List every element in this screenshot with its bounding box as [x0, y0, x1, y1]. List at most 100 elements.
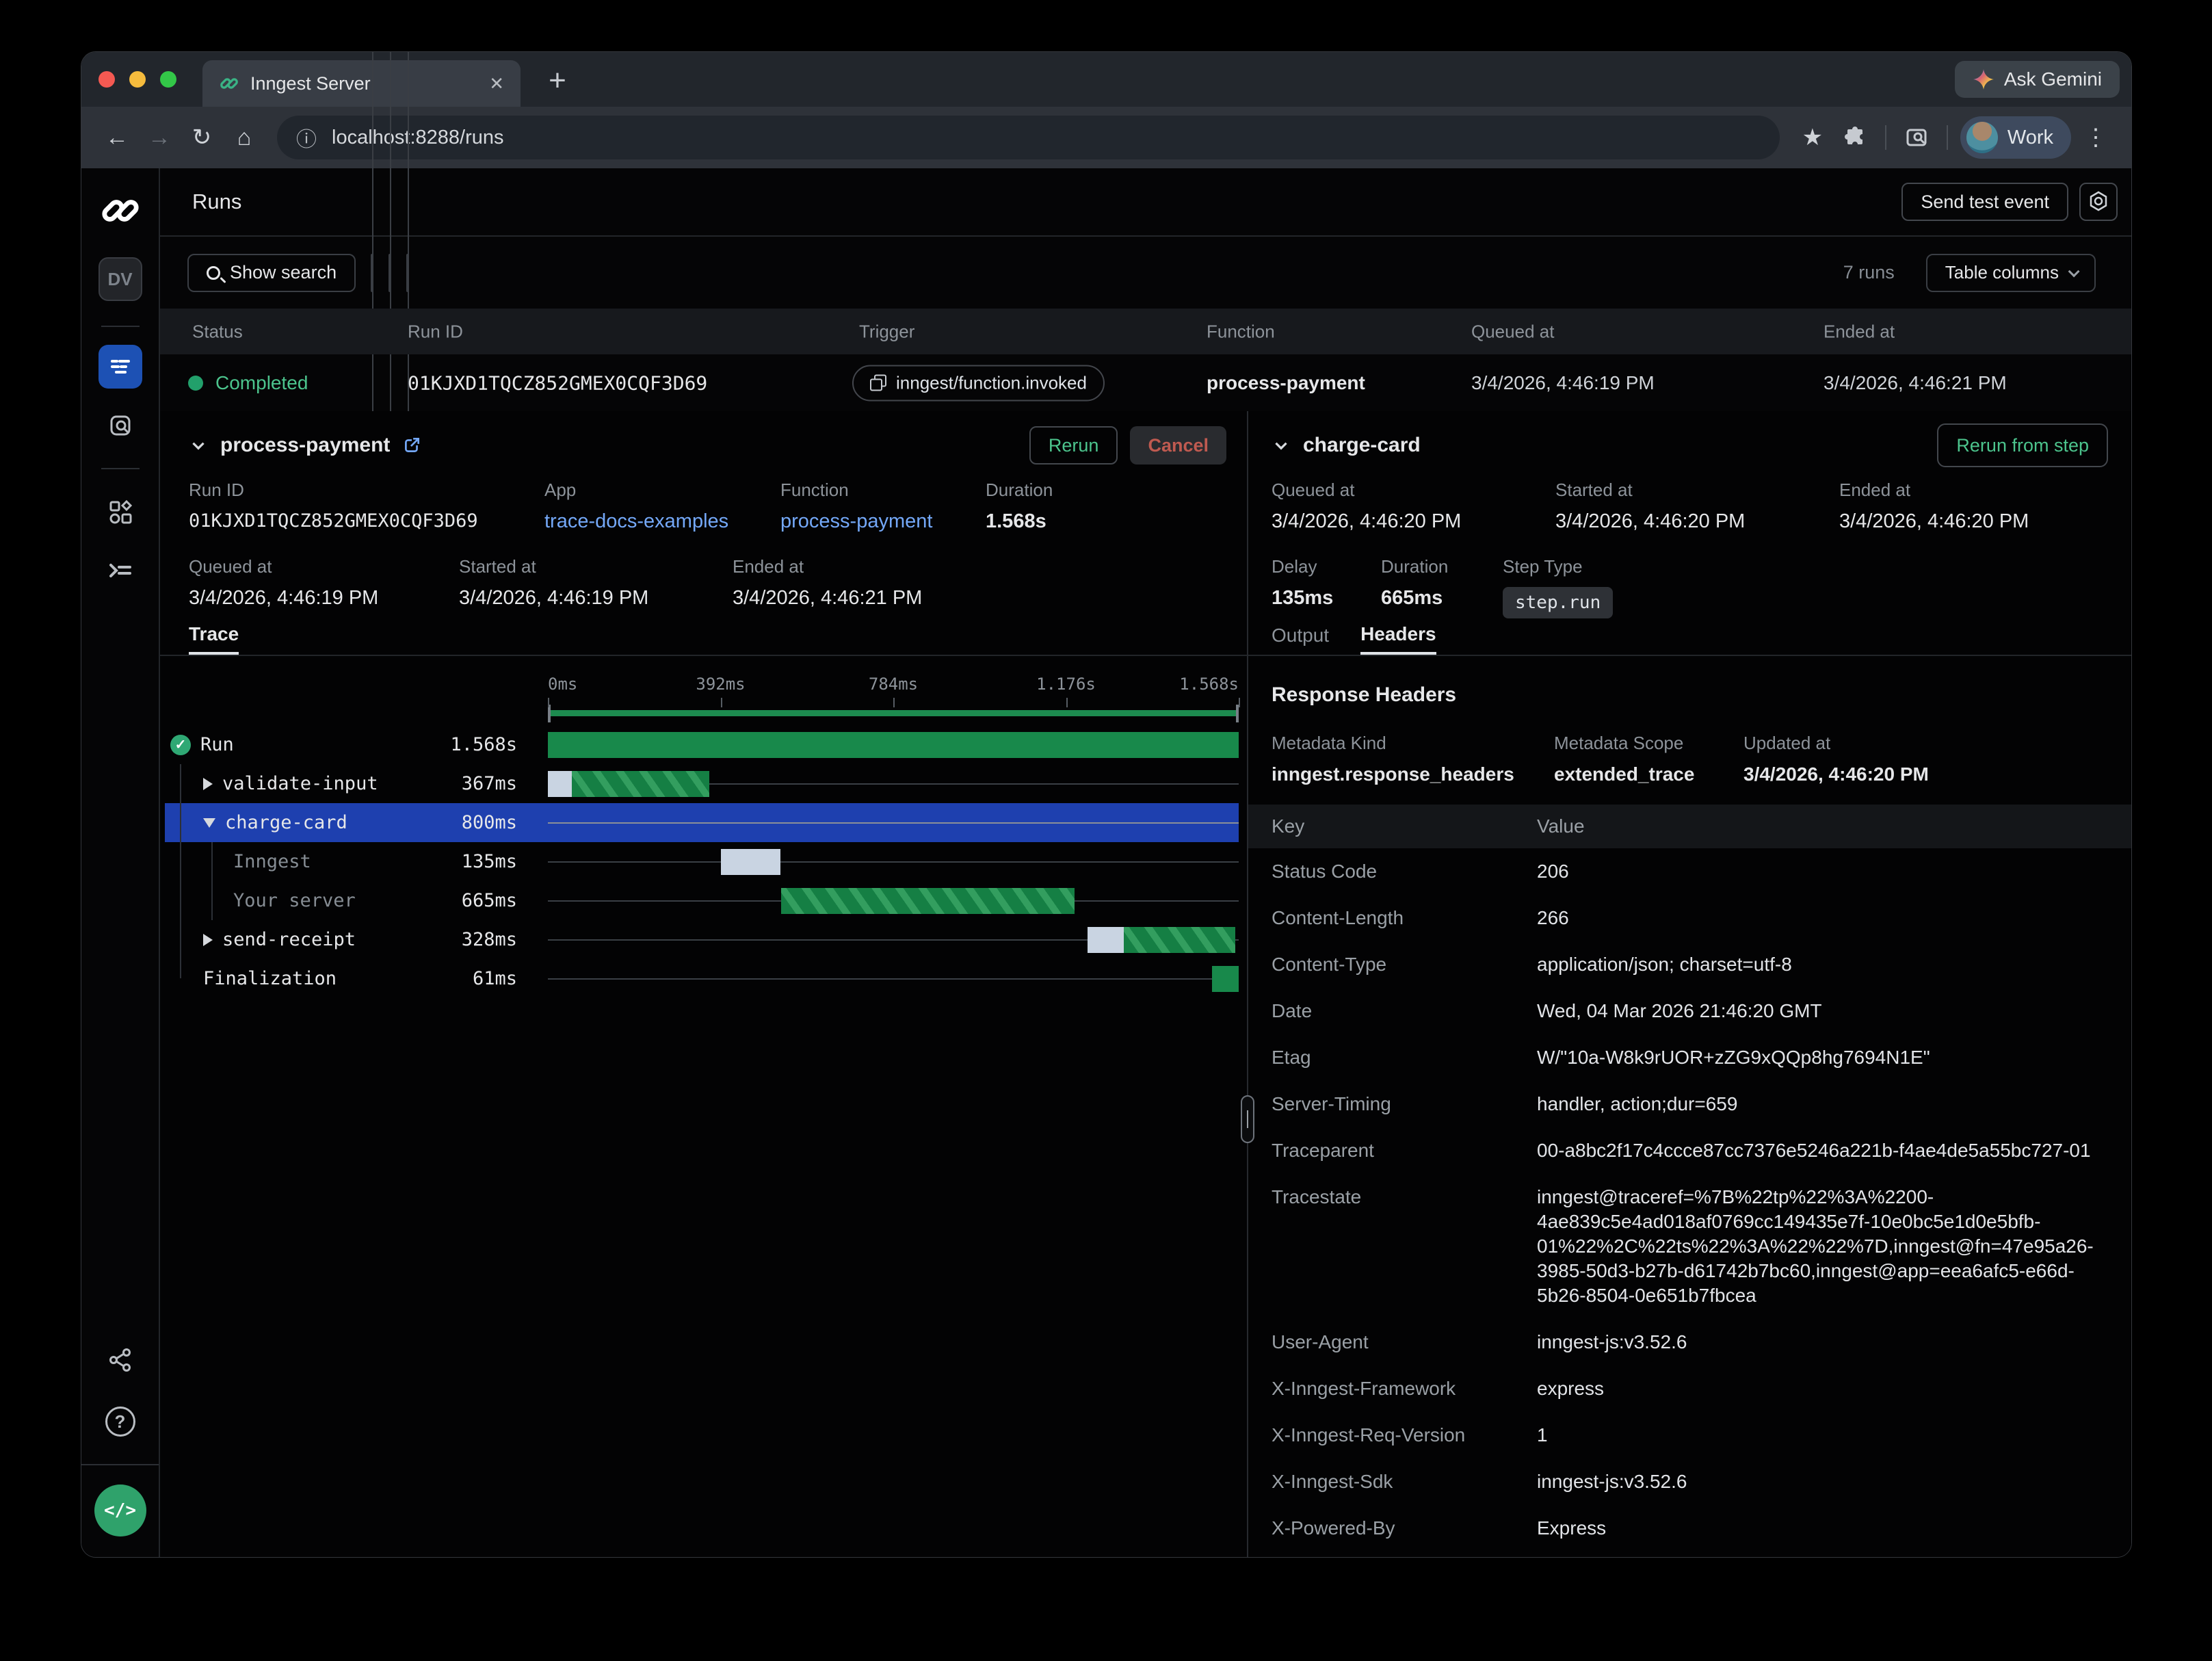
extensions-icon[interactable]	[1837, 120, 1873, 155]
run-table-row[interactable]: Completed 01KJXD1TQCZ852GMEX0CQF3D69 inn…	[160, 354, 2131, 411]
header-key: X-Inngest-Framework	[1272, 1376, 1537, 1401]
bookmark-star-icon[interactable]: ★	[1795, 120, 1830, 155]
rerun-button[interactable]: Rerun	[1029, 426, 1118, 465]
trace-step-duration: 665ms	[462, 890, 548, 911]
side-panel-search-icon[interactable]	[1899, 120, 1934, 155]
header-value: inngest-js:v3.52.6	[1537, 1469, 2131, 1494]
duration-value: 1.568s	[986, 510, 1053, 533]
sidebar-divider	[101, 326, 140, 327]
external-link-icon[interactable]	[402, 436, 421, 455]
trace-step-name: charge-card	[225, 812, 347, 833]
headers-table-header: Key Value	[1248, 805, 2131, 848]
reload-icon[interactable]: ↻	[184, 120, 220, 155]
field-label: Step Type	[1503, 556, 1613, 577]
timeline-tick: 392ms	[696, 675, 745, 694]
trace-step-name: validate-input	[222, 773, 378, 794]
trace-row-your-server[interactable]: Your server665ms	[165, 881, 1239, 920]
tab-output[interactable]: Output	[1272, 616, 1329, 655]
trace-row-send-receipt[interactable]: send-receipt328ms	[165, 920, 1239, 959]
header-value: 266	[1537, 906, 2131, 930]
share-feedback-button[interactable]	[98, 1338, 142, 1382]
tree-guide-line	[180, 764, 181, 978]
chevron-down-icon[interactable]	[203, 818, 215, 828]
cancel-button[interactable]: Cancel	[1130, 426, 1226, 465]
trace-row-finalization[interactable]: Finalization61ms	[165, 959, 1239, 998]
table-columns-dropdown[interactable]: Table columns	[1926, 254, 2096, 292]
run-queued-at: 3/4/2026, 4:46:19 PM	[1471, 372, 1655, 394]
header-value: 206	[1537, 859, 2131, 884]
new-tab-button[interactable]: +	[538, 62, 577, 100]
trace-waterfall: 0ms392ms784ms1.176s1.568s ✓Run1.568svali…	[165, 675, 1239, 998]
function-link[interactable]: process-payment	[780, 510, 932, 533]
profile-label: Work	[2007, 127, 2053, 149]
column-header-ended-at[interactable]: Ended at	[1823, 321, 1895, 342]
header-value: W/"10a-W8k9rUOR+zZG9xQQp8hg7694N1E"	[1537, 1045, 2131, 1070]
column-header-status[interactable]: Status	[192, 321, 243, 342]
trace-row-charge-card[interactable]: charge-card 800ms	[165, 803, 1239, 842]
inngest-logo-icon	[99, 196, 142, 226]
trace-row-run[interactable]: ✓Run1.568s	[165, 725, 1239, 764]
home-icon[interactable]: ⌂	[226, 120, 262, 155]
timeline-tick: 784ms	[869, 675, 918, 694]
collapse-chevron-icon[interactable]	[1272, 436, 1291, 455]
header-value: inngest-js:v3.52.6	[1537, 1330, 2131, 1355]
close-window-button[interactable]	[98, 71, 115, 88]
show-search-button[interactable]: Show search	[187, 254, 356, 292]
settings-button[interactable]	[2079, 183, 2118, 221]
header-key: Tracestate	[1272, 1185, 1537, 1308]
panel-resize-handle[interactable]	[1241, 1095, 1254, 1143]
sidebar-item-runs[interactable]	[98, 345, 142, 389]
trace-step-duration: 1.568s	[450, 734, 548, 755]
trace-row-inngest[interactable]: Inngest135ms	[165, 842, 1239, 881]
header-key: X-Powered-By	[1272, 1516, 1537, 1541]
tab-headers[interactable]: Headers	[1360, 616, 1436, 655]
field-label: Delay	[1272, 556, 1333, 577]
trace-row-validate-input[interactable]: validate-input367ms	[165, 764, 1239, 803]
maximize-window-button[interactable]	[160, 71, 176, 88]
header-key: X-Inngest-Sdk	[1272, 1469, 1537, 1494]
help-button[interactable]: ?	[98, 1400, 142, 1443]
ask-gemini-button[interactable]: Ask Gemini	[1955, 61, 2120, 98]
profile-avatar	[1966, 122, 1998, 153]
column-header-function[interactable]: Function	[1207, 321, 1275, 342]
rerun-from-step-button[interactable]: Rerun from step	[1937, 423, 2108, 467]
site-info-icon[interactable]: ⓘ	[296, 122, 317, 153]
chevron-right-icon[interactable]	[203, 778, 213, 790]
field-label: Ended at	[1839, 480, 2029, 501]
dev-mode-button[interactable]: </>	[94, 1485, 146, 1536]
app-link[interactable]: trace-docs-examples	[544, 510, 728, 533]
field-label: App	[544, 480, 728, 501]
trace-step-duration: 800ms	[462, 812, 548, 833]
run-id: 01KJXD1TQCZ852GMEX0CQF3D69	[408, 371, 707, 394]
queued-at-value: 3/4/2026, 4:46:19 PM	[189, 587, 378, 610]
browser-profile-button[interactable]: Work	[1960, 116, 2071, 159]
sidebar-item-apps[interactable]	[98, 490, 142, 534]
header-value: application/json; charset=utf-8	[1537, 952, 2131, 977]
tab-trace[interactable]: Trace	[189, 616, 239, 655]
send-test-event-button[interactable]: Send test event	[1901, 183, 2068, 221]
browser-window: Inngest Server ✕ + Ask Gemini ← → ↻ ⌂ ⓘ …	[81, 51, 2132, 1558]
trigger-badge[interactable]: inngest/function.invoked	[852, 365, 1105, 401]
back-icon[interactable]: ←	[99, 120, 135, 155]
header-row: X-Inngest-Req-Version1	[1248, 1412, 2131, 1459]
forward-icon[interactable]: →	[142, 120, 177, 155]
headers-table: Key Value Status Code206Content-Length26…	[1248, 805, 2131, 1557]
header-row: Content-Typeapplication/json; charset=ut…	[1248, 941, 2131, 988]
collapse-chevron-icon[interactable]	[189, 436, 208, 455]
field-label: Duration	[986, 480, 1053, 501]
header-value: Express	[1537, 1516, 2131, 1541]
column-header-queued-at[interactable]: Queued at	[1471, 321, 1554, 342]
started-at-value: 3/4/2026, 4:46:19 PM	[459, 587, 648, 610]
avatar[interactable]: DV	[98, 257, 142, 301]
sidebar-item-event-search[interactable]	[98, 404, 142, 447]
column-header-trigger[interactable]: Trigger	[859, 321, 914, 342]
browser-menu-icon[interactable]: ⋮	[2078, 120, 2114, 155]
chevron-right-icon[interactable]	[203, 934, 213, 946]
field-label: Queued at	[1272, 480, 1461, 501]
column-header-run-id[interactable]: Run ID	[408, 321, 463, 342]
tree-guide-line	[211, 842, 213, 920]
minimize-window-button[interactable]	[129, 71, 146, 88]
header-key: X-Inngest-Req-Version	[1272, 1423, 1537, 1448]
timeline-tick: 1.176s	[1036, 675, 1096, 694]
sidebar-item-terminal[interactable]	[98, 549, 142, 592]
